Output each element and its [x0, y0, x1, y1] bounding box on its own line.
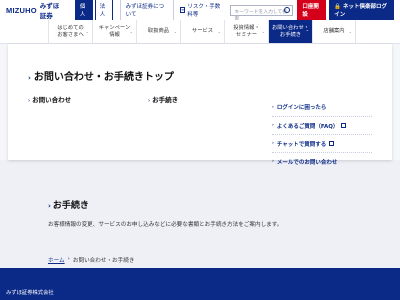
nav-item-beginners[interactable]: はじめての お客さまへ ⌄	[48, 20, 92, 43]
dropdown-link-label: お問い合わせ	[32, 96, 72, 104]
chevron-up-icon: ⌃	[305, 29, 309, 34]
chevron-right-icon: ›	[28, 98, 31, 104]
risk-fees-link[interactable]: ≡ リスク・手数料等	[179, 2, 225, 18]
dropdown-title: お問い合わせ・お手続きトップ	[33, 72, 174, 83]
dropdown-top-link[interactable]: › お問い合わせ・お手続きトップ	[28, 68, 174, 83]
dropdown-link-inquiry[interactable]: › お問い合わせ	[28, 94, 71, 104]
open-account-button[interactable]: 口座開設	[297, 0, 327, 21]
page-title-text: お手続き	[52, 201, 89, 211]
side-link-label: チャットで質問する	[276, 141, 327, 148]
footer-company: みずほ証券株式会社	[6, 290, 54, 296]
search-input[interactable]: キーワードを入力して検索	[230, 4, 294, 22]
side-link-chat[interactable]: › チャットで質問する	[272, 134, 372, 152]
segment-individual[interactable]: 個人	[74, 0, 93, 21]
segment-switch: 個人 法人	[74, 0, 113, 21]
chevron-right-icon: ›	[272, 159, 274, 164]
nav-label: キャンペーン	[98, 24, 131, 31]
nav-label: 取扱商品	[147, 28, 170, 34]
breadcrumb-current: お問い合わせ・お手続き	[72, 258, 135, 264]
risk-fees-label: リスク・手数料等	[187, 4, 221, 18]
search-icon[interactable]	[284, 6, 291, 13]
nav-item-campaign[interactable]: キャンペーン 情報 ⌄	[92, 20, 136, 43]
chevron-right-icon: ›	[28, 74, 31, 82]
breadcrumb-home[interactable]: ホーム	[48, 256, 65, 264]
nav-item-services[interactable]: サービス ⌄	[180, 20, 224, 43]
brand-logo[interactable]: MIZUHO みずほ証券	[6, 0, 63, 20]
chevron-down-icon: ⌄	[173, 29, 177, 34]
side-link-email[interactable]: › メールでのお問い合わせ	[272, 152, 372, 170]
chevron-right-icon: ›	[148, 98, 151, 104]
logo-text: みずほ証券	[39, 2, 60, 20]
chevron-right-icon: ›	[272, 123, 274, 128]
nav-item-contact[interactable]: お問い合わせ・ お手続き ⌃	[268, 20, 312, 43]
nav-label: お問い合わせ・	[271, 24, 310, 31]
logo-mark: MIZUHO	[6, 5, 37, 15]
chevron-down-icon: ⌄	[348, 29, 352, 34]
external-link-icon	[341, 123, 347, 128]
nav-item-products[interactable]: 取扱商品 ⌄	[136, 20, 180, 43]
segment-corporate[interactable]: 法人	[94, 0, 113, 21]
chevron-right-icon: ›	[272, 141, 274, 146]
about-link[interactable]: みずほ証券について	[119, 0, 174, 21]
nav-label: セミナー	[235, 31, 258, 38]
dropdown-link-label: お手続き	[152, 96, 179, 104]
side-link-login-help[interactable]: › ログインに困ったら	[272, 98, 372, 116]
chevron-right-icon: ›	[48, 202, 51, 210]
dropdown-side-links: › ログインに困ったら › よくあるご質問（FAQ） › チャットで質問する › メール…	[272, 98, 372, 170]
chevron-down-icon: ⌄	[129, 29, 133, 34]
global-nav: はじめての お客さまへ ⌄ キャンペーン 情報 ⌄ 取扱商品 ⌄ サービス ⌄ …	[0, 20, 400, 44]
nav-label: 店舗案内	[323, 28, 345, 34]
content-area	[0, 160, 400, 268]
nav-label: お手続き	[279, 31, 302, 38]
nav-label: お客さまへ	[57, 31, 84, 38]
page-title: › お手続き	[48, 198, 89, 211]
breadcrumb: ホーム › お問い合わせ・お手続き	[48, 256, 134, 264]
nav-label: 投資情報・	[233, 24, 260, 31]
chevron-down-icon: ⌄	[217, 29, 221, 34]
login-button[interactable]: 🔒 ネット倶楽部ログイン	[329, 0, 394, 21]
side-link-label: よくあるご質問（FAQ）	[276, 123, 339, 130]
nav-label: 情報	[109, 31, 120, 38]
breadcrumb-separator: ›	[67, 256, 70, 262]
side-link-label: ログインに困ったら	[276, 105, 327, 111]
login-label: ネット倶楽部ログイン	[334, 4, 388, 18]
side-link-label: メールでのお問い合わせ	[276, 159, 338, 166]
nav-item-investment-info[interactable]: 投資情報・ セミナー ⌄	[224, 20, 268, 43]
chevron-down-icon: ⌄	[85, 29, 89, 34]
nav-item-branches[interactable]: 店舗案内 ⌄	[312, 20, 356, 43]
top-header: MIZUHO みずほ証券 個人 法人 みずほ証券について ≡ リスク・手数料等 …	[0, 0, 400, 22]
nav-label: はじめての	[57, 24, 84, 31]
dropdown-link-procedures[interactable]: › お手続き	[148, 94, 178, 104]
nav-label: サービス	[191, 28, 214, 34]
document-icon: ≡	[179, 7, 186, 13]
chevron-right-icon: ›	[272, 104, 274, 110]
chevron-down-icon: ⌄	[261, 29, 265, 34]
external-link-icon	[329, 141, 335, 146]
contact-dropdown-panel: › お問い合わせ・お手続きトップ › お問い合わせ › お手続き › ログインに困ったら…	[8, 44, 392, 166]
footer: みずほ証券株式会社	[0, 268, 400, 300]
page-description: お客様情報の変更、サービスのお申し込みなどに必要な書類とお手続き方法をご案内しま…	[48, 222, 283, 228]
side-link-faq[interactable]: › よくあるご質問（FAQ）	[272, 116, 372, 134]
